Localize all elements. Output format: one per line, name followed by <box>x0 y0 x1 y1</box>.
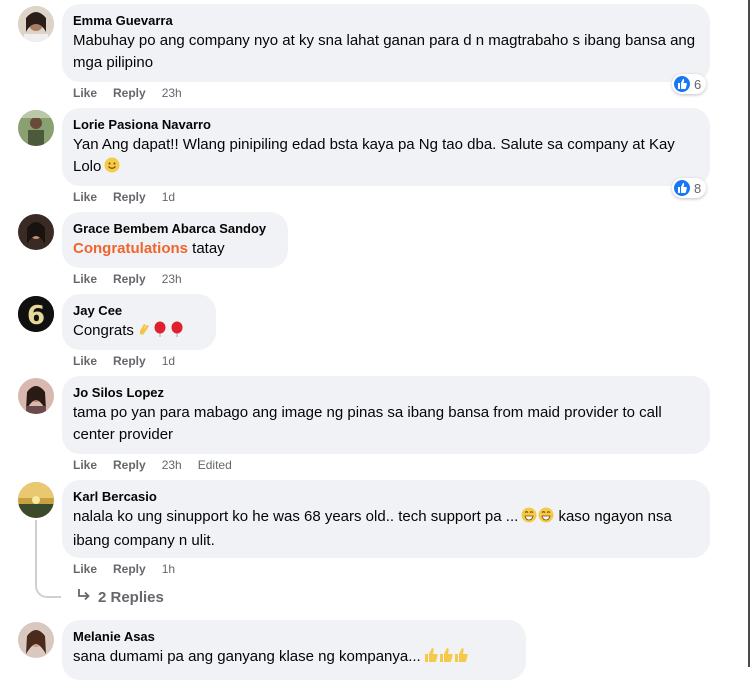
comment-author[interactable]: Karl Bercasio <box>73 488 698 506</box>
like-button[interactable]: Like <box>73 190 97 204</box>
replies-count: 2 Replies <box>98 588 164 606</box>
comment-author[interactable]: Melanie Asas <box>73 628 514 646</box>
balloon-emoji-icon <box>170 321 184 344</box>
like-reaction-icon <box>674 76 690 92</box>
comment-actions: Like Reply 1d <box>73 353 191 369</box>
like-reaction-icon <box>674 180 690 196</box>
svg-text:6: 6 <box>27 301 45 331</box>
comment-bubble: Lorie Pasiona Navarro Yan Ang dapat!! Wl… <box>62 108 710 186</box>
comment-author[interactable]: Lorie Pasiona Navarro <box>73 116 698 134</box>
timestamp[interactable]: 23h <box>162 272 182 286</box>
avatar[interactable] <box>18 6 54 42</box>
reply-button[interactable]: Reply <box>113 190 146 204</box>
like-button[interactable]: Like <box>73 86 97 100</box>
reply-button[interactable]: Reply <box>113 354 146 368</box>
comment-text: tama po yan para mabago ang image ng pin… <box>73 404 662 443</box>
comment-actions: Like Reply 23h <box>73 85 198 101</box>
comment-actions: Like Reply 1h <box>73 561 191 577</box>
comment-author[interactable]: Emma Guevarra <box>73 12 698 30</box>
comment-author[interactable]: Jo Silos Lopez <box>73 384 698 402</box>
avatar[interactable] <box>18 214 54 250</box>
avatar[interactable] <box>18 378 54 414</box>
timestamp[interactable]: 1d <box>162 354 175 368</box>
comment-text: Congrats <box>73 322 134 339</box>
clapping-emoji-icon <box>137 321 153 344</box>
comment-author[interactable]: Grace Bembem Abarca Sandoy <box>73 220 276 238</box>
comment-bubble: Jo Silos Lopez tama po yan para mabago a… <box>62 376 710 454</box>
comment-bubble: Karl Bercasio nalala ko ung sinupport ko… <box>62 480 710 558</box>
avatar[interactable]: 6 <box>18 296 54 332</box>
highlighted-word: Congratulations <box>73 240 188 257</box>
reply-arrow-icon <box>76 588 92 606</box>
thread-connector <box>35 578 61 598</box>
edited-label: Edited <box>197 458 232 472</box>
avatar[interactable] <box>18 110 54 146</box>
comment-bubble: Emma Guevarra Mabuhay po ang company nyo… <box>62 4 710 82</box>
reply-button[interactable]: Reply <box>113 86 146 100</box>
smile-emoji-icon <box>104 157 120 180</box>
like-button[interactable]: Like <box>73 354 97 368</box>
comment-text: sana dumami pa ang ganyang klase ng komp… <box>73 648 421 665</box>
comment-text: nalala ko ung sinupport ko he was 68 yea… <box>73 508 519 525</box>
comment-text: tatay <box>188 240 225 257</box>
comment-bubble: Melanie Asas sana dumami pa ang ganyang … <box>62 620 526 680</box>
comment-text: Yan Ang dapat!! Wlang pinipiling edad bs… <box>73 136 675 175</box>
like-button[interactable]: Like <box>73 458 97 472</box>
comment-text: Mabuhay po ang company nyo at ky sna lah… <box>73 32 696 71</box>
avatar[interactable] <box>18 482 54 518</box>
reaction-count[interactable]: 8 <box>672 178 707 198</box>
balloon-emoji-icon <box>153 321 167 344</box>
comment-actions: Like Reply 23h Edited <box>73 457 248 473</box>
view-replies-button[interactable]: 2 Replies <box>76 588 164 606</box>
reply-button[interactable]: Reply <box>113 562 146 576</box>
timestamp[interactable]: 23h <box>162 86 182 100</box>
comment-actions: Like Reply 1d <box>73 189 191 205</box>
comment-author[interactable]: Jay Cee <box>73 302 204 320</box>
reaction-count[interactable]: 6 <box>672 74 707 94</box>
comment-actions: Like Reply 23h <box>73 271 198 287</box>
like-button[interactable]: Like <box>73 272 97 286</box>
like-button[interactable]: Like <box>73 562 97 576</box>
thread-line <box>35 520 37 580</box>
timestamp[interactable]: 23h <box>162 458 182 472</box>
grin-emoji-icon <box>538 507 554 530</box>
reply-button[interactable]: Reply <box>113 272 146 286</box>
avatar[interactable] <box>18 622 54 658</box>
timestamp[interactable]: 1h <box>162 562 175 576</box>
grin-emoji-icon <box>521 507 537 530</box>
timestamp[interactable]: 1d <box>162 190 175 204</box>
comment-bubble: Jay Cee Congrats <box>62 294 216 350</box>
comment-bubble: Grace Bembem Abarca Sandoy Congratulatio… <box>62 212 288 268</box>
reply-button[interactable]: Reply <box>113 458 146 472</box>
